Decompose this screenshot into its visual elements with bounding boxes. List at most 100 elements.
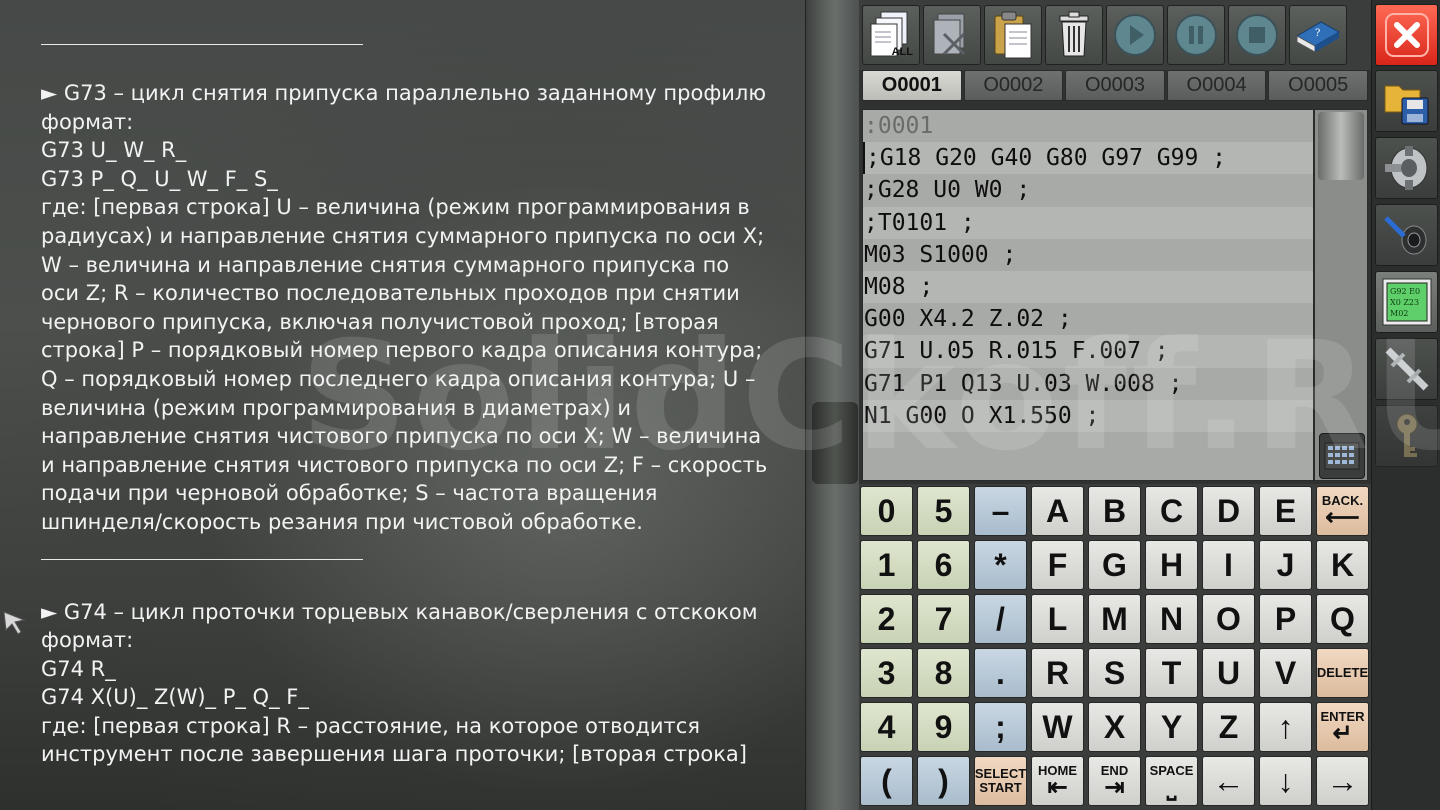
tab-o0001[interactable]: O0001 [862,70,962,101]
key-y[interactable]: Y [1145,702,1198,752]
g73-format-line2: G73 P_ Q_ U_ W_ F_ S_ [41,166,278,191]
stop-button[interactable] [1228,5,1286,65]
scrollbar-thumb[interactable] [1318,112,1364,180]
code-line[interactable]: G71 U.05 R.015 F.007 ; [863,335,1313,368]
key-t[interactable]: T [1145,648,1198,698]
key-label: * [994,546,1007,583]
key-m[interactable]: M [1088,594,1141,644]
code-line[interactable]: ;G28 U0 W0 ; [863,174,1313,206]
key-c[interactable]: C [1145,486,1198,536]
key-space[interactable]: SPACE ⎵ [1145,756,1198,806]
key-home[interactable]: HOME ⇤ [1031,756,1084,806]
key-1[interactable]: 1 [860,540,913,590]
key-x[interactable]: X [1088,702,1141,752]
measure-button[interactable] [1375,338,1438,400]
key-u[interactable]: U [1202,648,1255,698]
new-all-button[interactable]: ALL [862,5,920,65]
tab-o0005[interactable]: O0005 [1268,70,1368,101]
chuck-button[interactable] [1375,137,1438,199]
key-g[interactable]: G [1088,540,1141,590]
separator-handle[interactable] [812,402,858,484]
tab-o0003[interactable]: O0003 [1065,70,1165,101]
code-line[interactable]: N1 G00 O X1.550 ; [863,399,1313,432]
tab-o0002[interactable]: O0002 [963,70,1064,101]
key-i[interactable]: I [1202,540,1255,590]
code-line[interactable]: M08 ; [863,270,1313,304]
code-line[interactable]: ;G18 G20 G40 G80 G97 G99 ; [863,142,1313,175]
key-h[interactable]: H [1145,540,1198,590]
key-select-start[interactable]: SELECT START [974,756,1027,806]
code-line[interactable]: M03 S1000 ; [863,239,1313,271]
key-end[interactable]: END ⇥ [1088,756,1141,806]
key-right[interactable]: → [1316,756,1369,806]
help-panel[interactable]: ► G73 – цикл снятия припуска параллельно… [0,0,805,810]
key-4[interactable]: 4 [860,702,913,752]
help-book-icon: ? [1295,21,1341,53]
keyboard-toggle-button[interactable] [1319,433,1365,479]
key-asterisk[interactable]: * [974,540,1027,590]
key-q[interactable]: Q [1316,594,1369,644]
key-r[interactable]: R [1031,648,1084,698]
key-f[interactable]: F [1031,540,1084,590]
key-a[interactable]: A [1031,486,1084,536]
code-line[interactable]: G71 P1 Q13 U.03 W.008 ; [863,368,1313,400]
key-back[interactable]: BACK. ⟵ [1316,486,1369,536]
code-scrollbar[interactable] [1314,109,1368,481]
code-line[interactable]: :0001 [863,110,1313,142]
key-j[interactable]: J [1259,540,1312,590]
key-enter[interactable]: ENTER ↵ [1316,702,1369,752]
key-up[interactable]: ↑ [1259,702,1312,752]
key-semicolon[interactable]: ; [974,702,1027,752]
key-label: N [1159,600,1184,637]
key-minus[interactable]: – [974,486,1027,536]
key-6[interactable]: 6 [917,540,970,590]
key-n[interactable]: N [1145,594,1198,644]
key-delete[interactable]: DELETE [1316,648,1369,698]
key-e[interactable]: E [1259,486,1312,536]
key-open-paren[interactable]: ( [860,756,913,806]
file-button[interactable] [1375,70,1438,132]
tab-o0004[interactable]: O0004 [1166,70,1267,101]
key-o[interactable]: O [1202,594,1255,644]
key-glyph: ⎵ [1166,774,1177,801]
g73-description: где: [первая строка] U – величина (режим… [41,195,768,534]
key-v[interactable]: V [1259,648,1312,698]
key-s[interactable]: S [1088,648,1141,698]
g74-format-line2: G74 X(U)_ Z(W)_ P_ Q_ F_ [41,685,309,710]
key-button[interactable] [1375,405,1438,467]
code-line[interactable] [863,432,1313,464]
key-p[interactable]: P [1259,594,1312,644]
key-z[interactable]: Z [1202,702,1255,752]
key-close-paren[interactable]: ) [917,756,970,806]
trash-button[interactable] [1045,5,1103,65]
key-9[interactable]: 9 [917,702,970,752]
delete-program-button[interactable] [923,5,981,65]
key-slash[interactable]: / [974,594,1027,644]
key-dot[interactable]: . [974,648,1027,698]
key-b[interactable]: B [1088,486,1141,536]
help-button[interactable]: ? [1289,5,1347,65]
key-down[interactable]: ↓ [1259,756,1312,806]
key-l[interactable]: L [1031,594,1084,644]
key-5[interactable]: 5 [917,486,970,536]
key-8[interactable]: 8 [917,648,970,698]
key-label: S [1103,654,1126,691]
key-d[interactable]: D [1202,486,1255,536]
pause-button[interactable] [1167,5,1225,65]
code-line[interactable]: ;T0101 ; [863,206,1313,239]
tool-button[interactable] [1375,204,1438,266]
key-left[interactable]: ← [1202,756,1255,806]
key-k[interactable]: K [1316,540,1369,590]
run-button[interactable] [1106,5,1164,65]
key-label: 5 [934,492,953,529]
close-button[interactable] [1375,4,1438,66]
copy-button[interactable] [984,5,1042,65]
program-screen-button[interactable]: G92 E0 X0 Z23 M02 [1375,271,1438,333]
key-3[interactable]: 3 [860,648,913,698]
key-2[interactable]: 2 [860,594,913,644]
code-editor[interactable]: :0001 ;G18 G20 G40 G80 G97 G99 ; ;G28 U0… [862,109,1314,481]
key-w[interactable]: W [1031,702,1084,752]
code-line[interactable]: G00 X4.2 Z.02 ; [863,303,1313,335]
key-0[interactable]: 0 [860,486,913,536]
key-7[interactable]: 7 [917,594,970,644]
